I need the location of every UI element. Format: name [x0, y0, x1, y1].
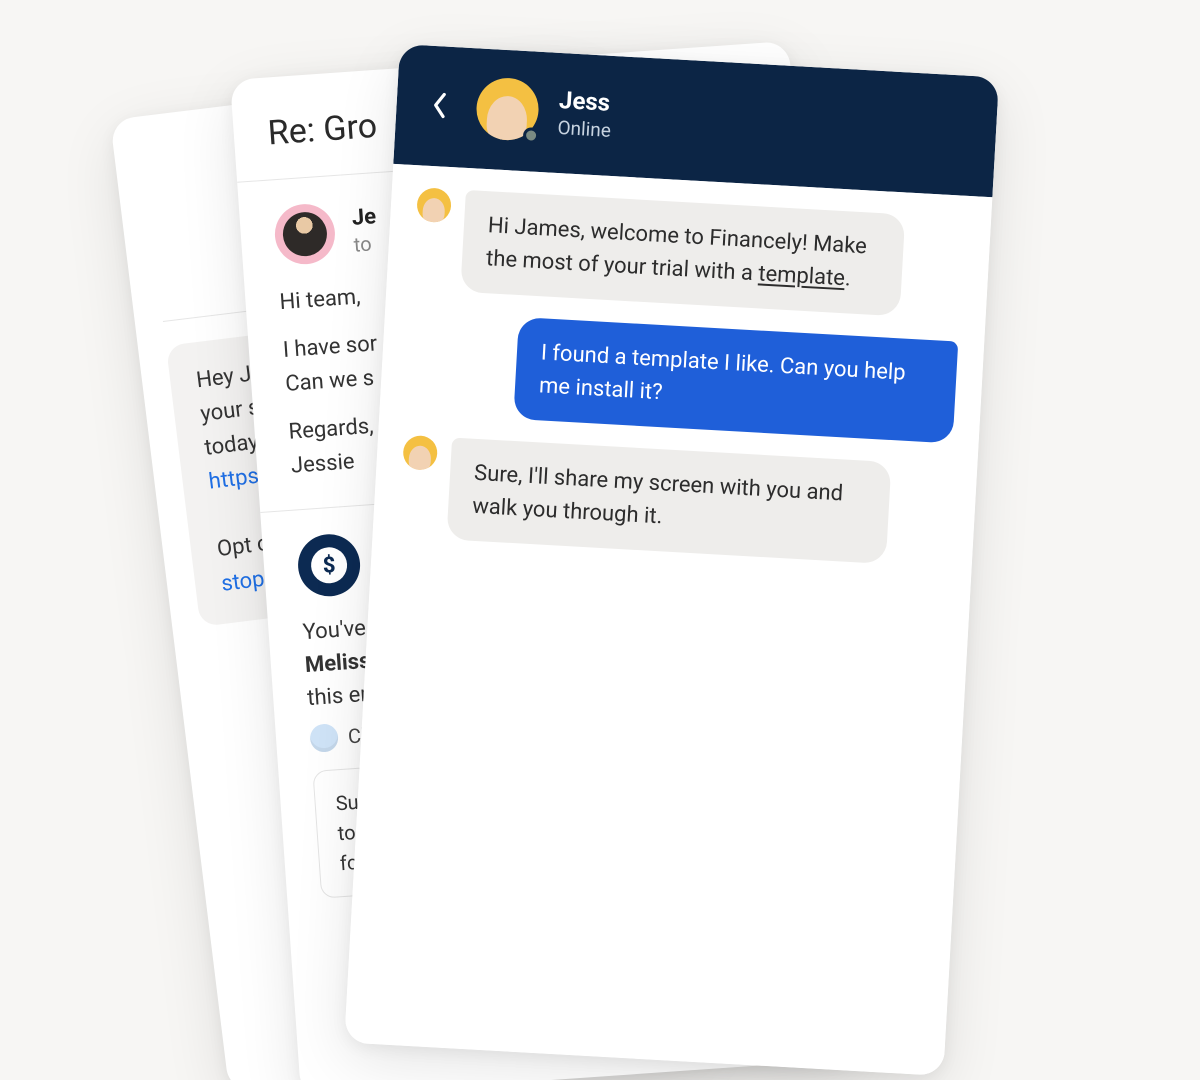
chat-card: Jess Online Hi James, welcome to Finance… [344, 44, 999, 1076]
agent-avatar-small [416, 187, 452, 223]
agent-message: Sure, I'll share my screen with you and … [446, 438, 891, 564]
email-line: Jessie [290, 450, 355, 479]
dollar-icon: $ [310, 547, 348, 585]
user-message: I found a template I like. Can you help … [513, 317, 958, 443]
agent-avatar-wrap [475, 76, 540, 141]
sender-name: Je [351, 204, 377, 231]
assign-line: You've [302, 616, 367, 645]
agent-status: Online [557, 115, 612, 141]
message-text: . [844, 266, 851, 291]
back-button[interactable] [422, 87, 458, 123]
presence-indicator [523, 127, 540, 144]
message-row-agent: Hi James, welcome to Financely! Make the… [412, 187, 965, 319]
email-line: Can we s [285, 366, 375, 397]
email-line: Regards, [288, 414, 374, 445]
avatar-face [486, 95, 529, 142]
agent-avatar-small [402, 435, 438, 471]
avatar-face [281, 211, 328, 258]
sender-avatar [273, 202, 337, 266]
message-row-agent: Sure, I'll share my screen with you and … [398, 435, 951, 567]
app-icon: $ [296, 533, 362, 599]
email-line: I have sor [282, 332, 378, 364]
agent-name: Jess [558, 85, 613, 116]
template-link[interactable]: template [758, 261, 846, 291]
recipient-label: to [353, 231, 379, 257]
message-row-user: I found a template I like. Can you help … [405, 311, 958, 443]
participant-avatar [309, 724, 339, 754]
chevron-left-icon [431, 92, 448, 119]
chat-body: Hi James, welcome to Financely! Make the… [344, 164, 992, 1076]
agent-message: Hi James, welcome to Financely! Make the… [460, 190, 905, 316]
